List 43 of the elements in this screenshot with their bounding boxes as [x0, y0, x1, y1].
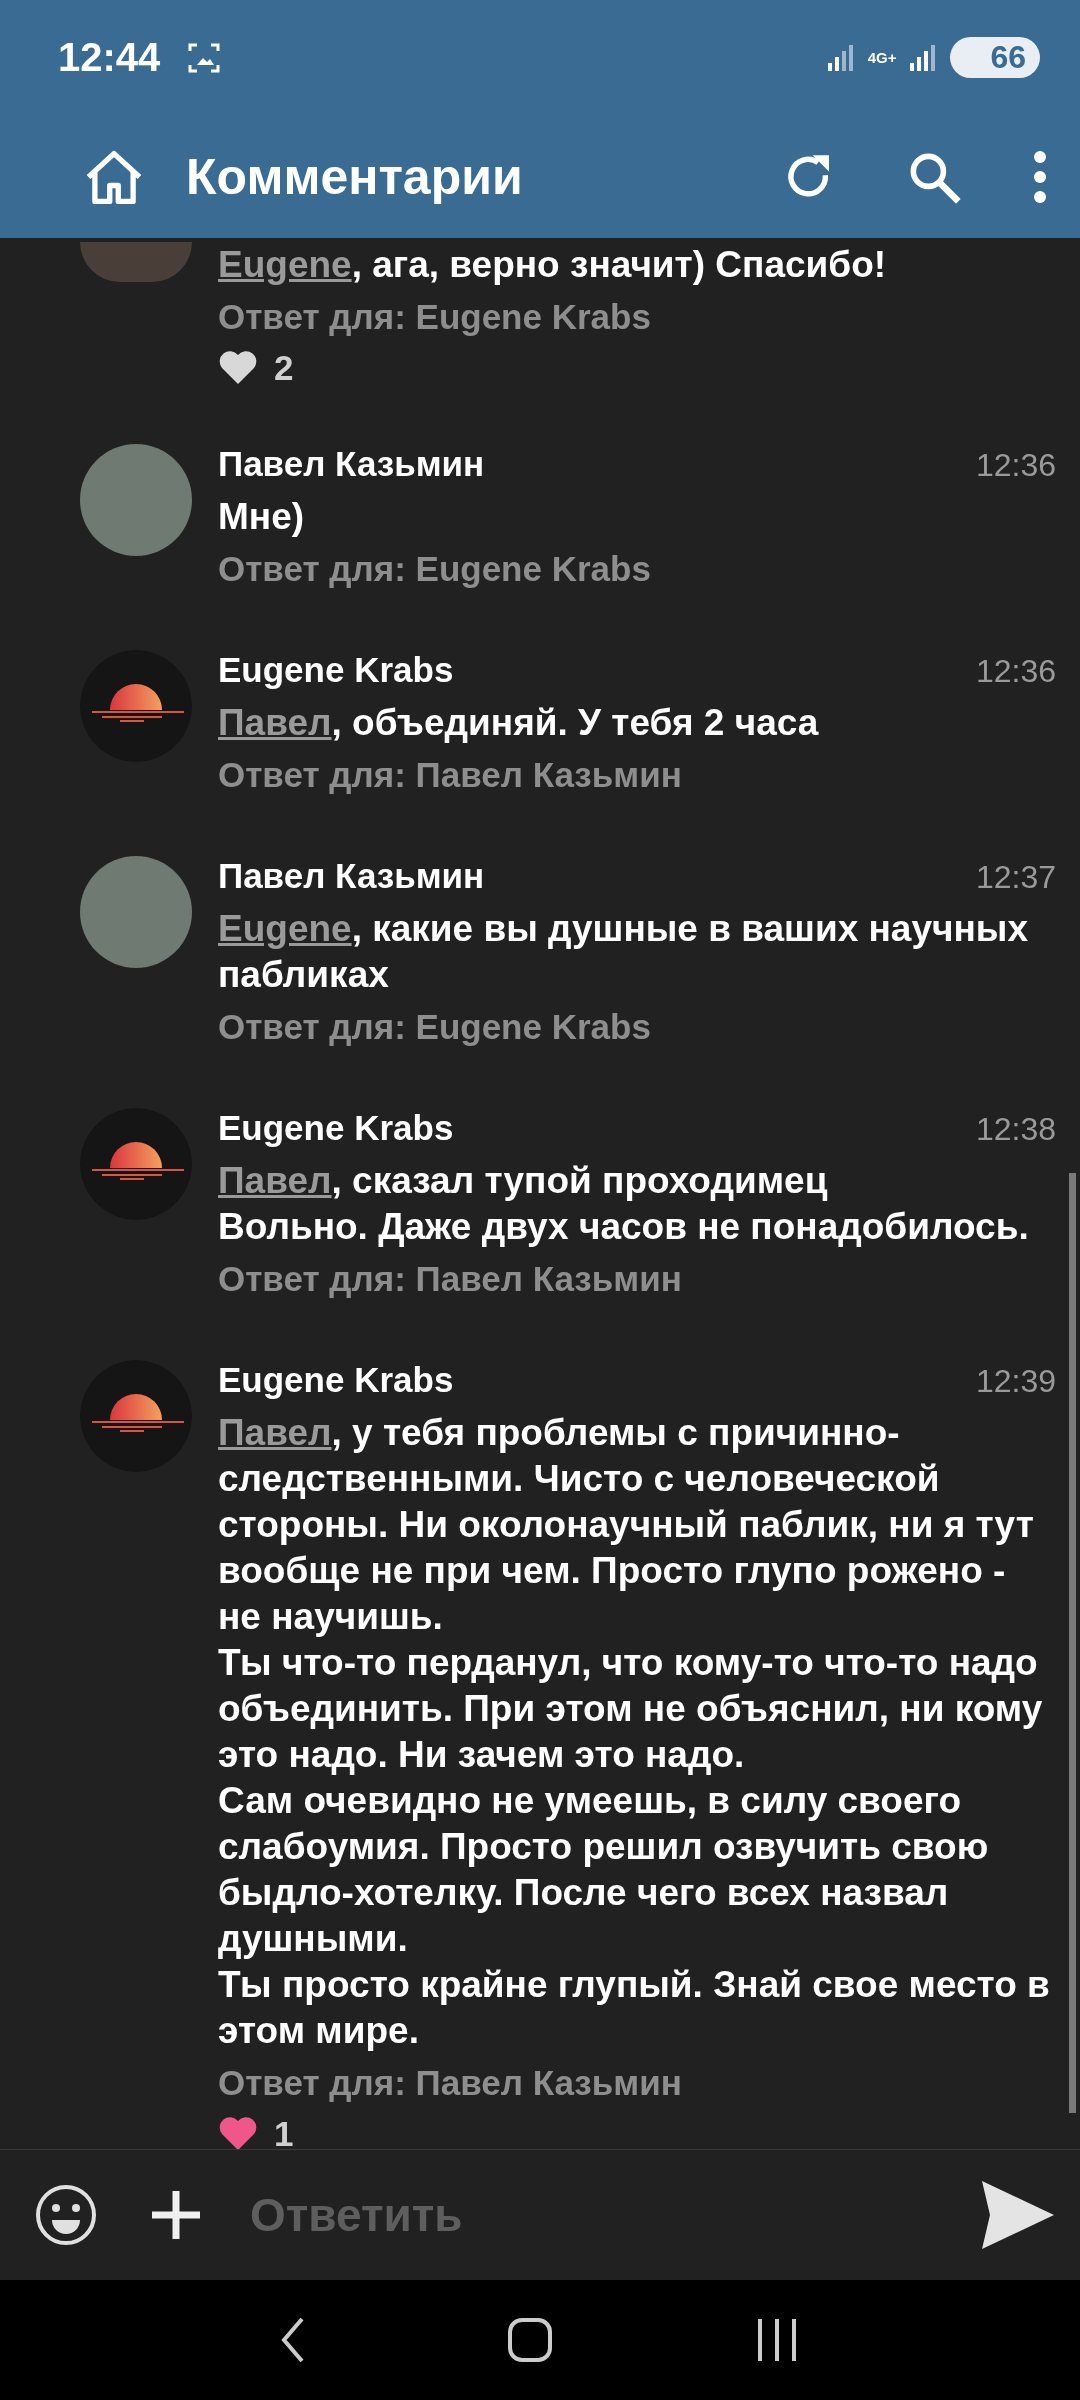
sunset-avatar-icon[interactable] — [80, 1360, 192, 1472]
reply-to-label[interactable]: Ответ для: Eugene Krabs — [218, 292, 1056, 342]
battery-level: 66 — [950, 37, 1040, 78]
home-nav-button[interactable] — [505, 2315, 555, 2365]
comment-author[interactable]: Павел Казьмин — [218, 444, 485, 484]
sunset-avatar-icon[interactable] — [80, 1108, 192, 1220]
status-time: 12:44 — [58, 35, 161, 80]
mention-link[interactable]: Павел — [218, 1412, 332, 1453]
reply-to-label[interactable]: Ответ для: Павел Казьмин — [218, 2058, 1056, 2108]
comment-text: Eugene, какие вы душные в ваших научных пабликах — [218, 907, 1029, 997]
mention-link[interactable]: Eugene — [218, 908, 352, 949]
mention-link[interactable]: Павел — [218, 1160, 332, 1201]
reply-to-label[interactable]: Ответ для: Павел Казьмин — [218, 750, 1056, 800]
reply-to-label[interactable]: Ответ для: Eugene Krabs — [218, 1002, 1056, 1052]
heart-icon[interactable] — [218, 2116, 258, 2149]
sunset-avatar-icon[interactable] — [80, 650, 192, 762]
comment-time: 12:37 — [975, 859, 1056, 896]
comment-text: Павел, сказал тупой проходимец Вольно. Даже двух часов не понадобилось. — [218, 1159, 1030, 1249]
comment-author[interactable]: Eugene Krabs — [218, 1108, 454, 1148]
comment-author[interactable]: Eugene Krabs — [218, 1360, 454, 1400]
reply-to-label[interactable]: Ответ для: Павел Казьмин — [218, 1254, 1056, 1304]
reply-input-field[interactable]: Ответить — [248, 2187, 930, 2243]
mention-link[interactable]: Павел — [218, 702, 332, 743]
reply-to-label[interactable]: Ответ для: Eugene Krabs — [218, 544, 1056, 594]
network-type: 4G+ — [867, 49, 897, 66]
screen-title: Комментарии — [186, 147, 523, 206]
signal-icon — [825, 42, 856, 73]
comment-time: 12:38 — [975, 1111, 1056, 1148]
like-count: 2 — [274, 348, 294, 388]
comment-text: Павел, объединяй. У тебя 2 часа — [218, 701, 820, 745]
comment-text: Мне) — [218, 495, 306, 539]
comment-text: Павел, у тебя проблемы с причинно-следственными. Чисто с человеческой стороны. Ни околонаучный паблик, ни я тут вообще не при чем. Просто глупо рожено - не научишь. Ты что-то перданул, что кому-то что-то надо объединить. При этом не объяснил, ни кому это надо. Ни зачем это надо. Сам очевидно не умеешь, в силу своего слабоумия. Просто решил озвучить свою быдло-хотелку. После чего всех назвал душными. Ты просто крайне глупый. Знай свое место в этом мире. — [218, 1411, 1051, 2053]
heart-icon[interactable] — [218, 350, 258, 386]
comment-author[interactable]: Eugene Krabs — [218, 650, 454, 690]
comment-time: 12:36 — [975, 653, 1056, 690]
like-count: 1 — [274, 2114, 294, 2149]
comment-time: 12:36 — [975, 447, 1056, 484]
comment-text: Eugene, ага, верно значит) Спасибо! — [218, 243, 888, 287]
comment-author[interactable]: Павел Казьмин — [218, 856, 485, 896]
emoji-button[interactable] — [34, 2183, 98, 2247]
send-button[interactable] — [980, 2179, 1056, 2251]
mention-link[interactable]: Eugene — [218, 244, 352, 285]
comment-time: 12:39 — [975, 1363, 1056, 1400]
